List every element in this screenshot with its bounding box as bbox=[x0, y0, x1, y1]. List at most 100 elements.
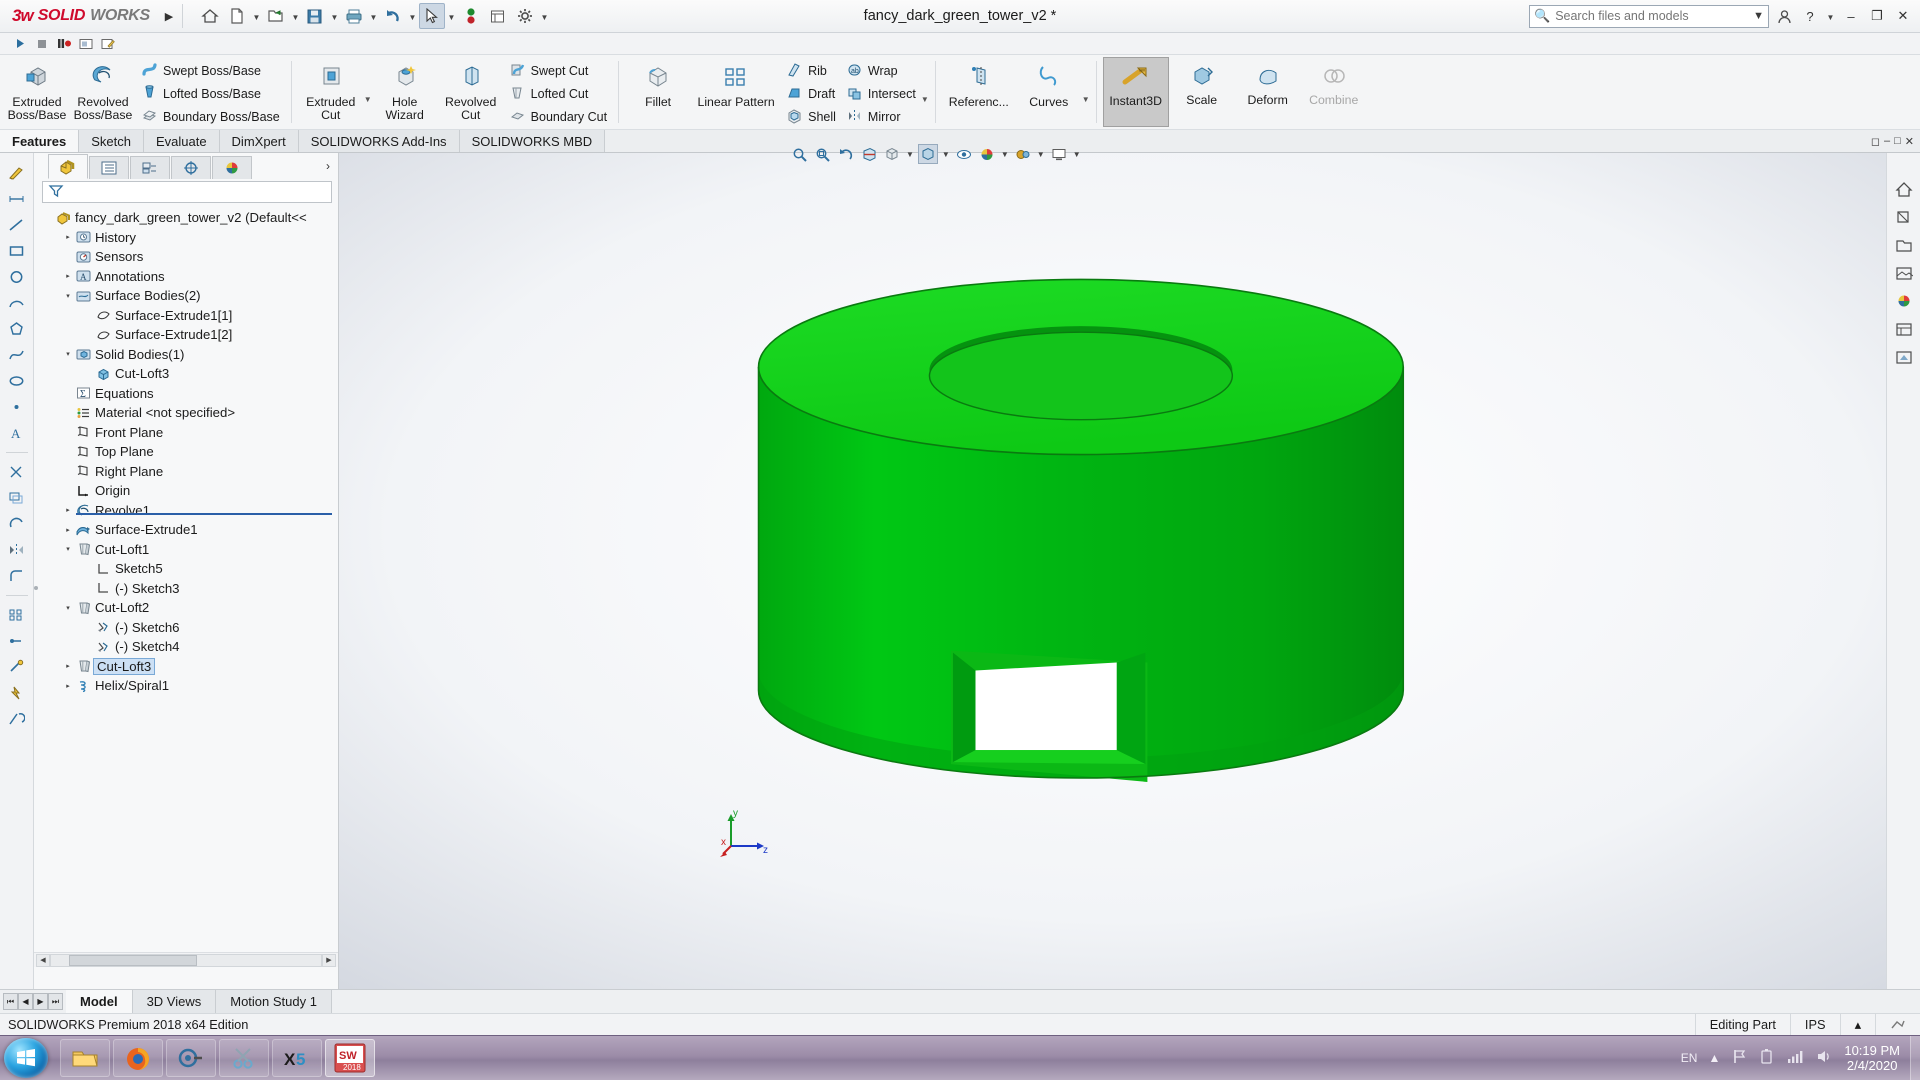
close-button[interactable]: ✕ bbox=[1892, 5, 1914, 27]
solidworks-icon[interactable]: SW 2018 bbox=[325, 1039, 375, 1077]
tree-twisty-icon[interactable]: ▸ bbox=[62, 662, 74, 670]
network-icon[interactable] bbox=[1786, 1048, 1804, 1068]
reference-caret-icon[interactable]: ▼ bbox=[1082, 95, 1090, 104]
print-caret-icon[interactable]: ▼ bbox=[368, 3, 379, 29]
polygon-icon[interactable] bbox=[6, 319, 28, 339]
tree-node[interactable]: Surface-Extrude1[2] bbox=[34, 325, 338, 345]
maximize-button[interactable]: ❐ bbox=[1866, 5, 1888, 27]
first-tab-icon[interactable]: ⏮ bbox=[3, 993, 18, 1010]
modify-more-caret-icon[interactable]: ▼ bbox=[921, 95, 929, 104]
tree-node[interactable]: ▸ Surface-Extrude1 bbox=[34, 520, 338, 540]
lofted-cut-button[interactable]: Lofted Cut bbox=[506, 84, 610, 104]
convert-entities-icon[interactable] bbox=[6, 514, 28, 534]
boundary-boss-base-button[interactable]: Boundary Boss/Base bbox=[138, 107, 283, 127]
trim-icon[interactable] bbox=[6, 462, 28, 482]
stop-icon[interactable] bbox=[32, 35, 52, 53]
menu-expand-arrow-icon[interactable]: ▶ bbox=[160, 10, 178, 23]
extruded-cut-button[interactable]: Extruded Cut bbox=[298, 57, 364, 127]
repair-sketch-icon[interactable] bbox=[6, 657, 28, 677]
tree-twisty-icon[interactable]: ▸ bbox=[62, 506, 74, 514]
tree-node[interactable]: Right Plane bbox=[34, 462, 338, 482]
viewport-icon[interactable] bbox=[1049, 144, 1069, 164]
search-box[interactable]: 🔍 ▼ bbox=[1529, 4, 1769, 28]
circle-icon[interactable] bbox=[6, 267, 28, 287]
feature-filter-box[interactable] bbox=[42, 181, 332, 203]
home-view-icon[interactable] bbox=[1892, 179, 1915, 200]
view-orientation-caret-icon[interactable]: ▼ bbox=[905, 150, 915, 159]
deform-button[interactable]: Deform bbox=[1235, 57, 1301, 127]
tree-node[interactable]: ▾ Solid Bodies(1) bbox=[34, 345, 338, 365]
tree-node[interactable]: Material <not specified> bbox=[34, 403, 338, 423]
visual-studio-icon[interactable] bbox=[166, 1039, 216, 1077]
tree-node[interactable]: ▾ Cut-Loft1 bbox=[34, 540, 338, 560]
tree-twisty-icon[interactable]: ▸ bbox=[62, 233, 74, 241]
linear-sketch-pattern-icon[interactable] bbox=[6, 605, 28, 625]
dimxpert-manager-icon[interactable] bbox=[171, 156, 211, 179]
revolved-cut-button[interactable]: Revolved Cut bbox=[438, 57, 504, 127]
edit-macro-icon[interactable] bbox=[98, 35, 118, 53]
property-manager-icon[interactable] bbox=[89, 156, 129, 179]
quick-snaps-icon[interactable] bbox=[6, 683, 28, 703]
tree-node[interactable]: Origin bbox=[34, 481, 338, 501]
play-icon[interactable] bbox=[10, 35, 30, 53]
scroll-thumb[interactable] bbox=[69, 954, 197, 966]
scroll-right-button[interactable]: ▶ bbox=[322, 953, 336, 967]
curves-button[interactable]: Curves bbox=[1016, 57, 1082, 127]
swept-cut-button[interactable]: Swept Cut bbox=[506, 61, 610, 81]
fillet-sketch-icon[interactable] bbox=[6, 566, 28, 586]
taskbar-clock[interactable]: 10:19 PM 2/4/2020 bbox=[1844, 1043, 1900, 1073]
spline-icon[interactable] bbox=[6, 345, 28, 365]
viewport-caret-icon[interactable]: ▼ bbox=[1072, 150, 1082, 159]
search-input[interactable] bbox=[1555, 9, 1749, 23]
tree-twisty-icon[interactable]: ▾ bbox=[62, 350, 74, 358]
linear-pattern-button[interactable]: Linear Pattern bbox=[691, 57, 781, 127]
save-caret-icon[interactable]: ▼ bbox=[329, 3, 340, 29]
rib-button[interactable]: Rib bbox=[783, 61, 839, 81]
flag-action-center-icon[interactable] bbox=[1731, 1048, 1748, 1068]
open-folder-icon[interactable] bbox=[263, 3, 289, 29]
combine-button[interactable]: Combine bbox=[1301, 57, 1367, 127]
tree-node[interactable]: ▸ A Annotations bbox=[34, 267, 338, 287]
options-gear-icon[interactable] bbox=[512, 3, 538, 29]
mirror-entities-icon[interactable] bbox=[6, 540, 28, 560]
rebuild-icon[interactable] bbox=[1875, 1014, 1920, 1035]
graphics-area[interactable]: y z x bbox=[339, 153, 1920, 989]
view-orientation-icon[interactable] bbox=[882, 144, 902, 164]
line-icon[interactable] bbox=[6, 215, 28, 235]
options-caret-icon[interactable]: ▼ bbox=[539, 3, 550, 29]
view-settings-icon[interactable] bbox=[1013, 144, 1033, 164]
display-delete-relations-icon[interactable] bbox=[6, 631, 28, 651]
select-caret-icon[interactable]: ▼ bbox=[446, 3, 457, 29]
zoom-area-icon[interactable] bbox=[813, 144, 833, 164]
extruded-cut-caret-icon[interactable]: ▼ bbox=[364, 95, 372, 104]
apply-scene-caret-icon[interactable]: ▼ bbox=[1000, 150, 1010, 159]
next-tab-icon[interactable]: ▶ bbox=[33, 993, 48, 1010]
close-icon[interactable]: ✕ bbox=[1905, 135, 1914, 148]
tab-solidworks-add-ins[interactable]: SOLIDWORKS Add-Ins bbox=[298, 130, 460, 152]
snipping-tool-icon[interactable] bbox=[219, 1039, 269, 1077]
search-caret-icon[interactable]: ▼ bbox=[1753, 10, 1764, 22]
apply-scene-icon[interactable] bbox=[977, 144, 997, 164]
restore-down-icon[interactable]: ◻ bbox=[1871, 135, 1880, 148]
rollback-bar[interactable] bbox=[76, 513, 332, 515]
save-icon[interactable] bbox=[302, 3, 328, 29]
stop-record-icon[interactable] bbox=[458, 3, 484, 29]
model-view[interactable] bbox=[339, 153, 1920, 989]
new-document-caret-icon[interactable]: ▼ bbox=[251, 3, 262, 29]
display-manager-icon[interactable] bbox=[212, 156, 252, 179]
tree-node[interactable]: Surface-Extrude1[1] bbox=[34, 306, 338, 326]
shell-button[interactable]: Shell bbox=[783, 107, 839, 127]
mirror-button[interactable]: Mirror bbox=[843, 107, 919, 127]
tree-twisty-icon[interactable]: ▸ bbox=[62, 272, 74, 280]
battery-icon[interactable] bbox=[1759, 1048, 1775, 1068]
pause-record-icon[interactable] bbox=[54, 35, 74, 53]
cameras-icon[interactable] bbox=[1892, 319, 1915, 340]
tab-sketch[interactable]: Sketch bbox=[79, 130, 144, 152]
help-button[interactable]: ? bbox=[1799, 5, 1821, 27]
tree-node[interactable]: ▸ Helix/Spiral1 bbox=[34, 676, 338, 696]
decals-icon[interactable] bbox=[1892, 235, 1915, 256]
tree-node[interactable]: (-) Sketch3 bbox=[34, 579, 338, 599]
lofted-boss-base-button[interactable]: Lofted Boss/Base bbox=[138, 84, 283, 104]
bottom-tab-motion-study[interactable]: Motion Study 1 bbox=[216, 990, 332, 1013]
scroll-left-button[interactable]: ◀ bbox=[36, 953, 50, 967]
